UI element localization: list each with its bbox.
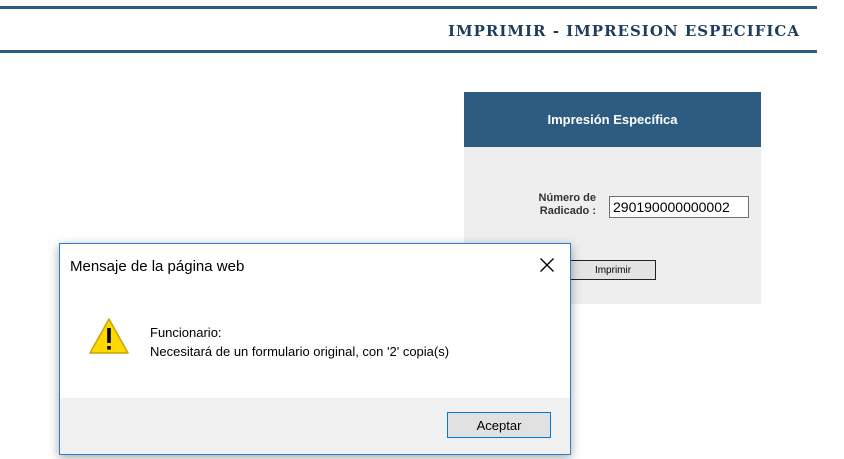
radicado-label: Número de Radicado :	[504, 192, 596, 218]
dialog-title: Mensaje de la página web	[70, 258, 245, 275]
message-line2: Necesitará de un formulario original, co…	[150, 344, 450, 359]
radicado-input[interactable]: 290190000000002	[609, 196, 749, 218]
radicado-label-line2: Radicado :	[539, 205, 596, 217]
dialog-body: Funcionario: Necesitará de un formulario…	[60, 289, 570, 399]
accept-button[interactable]: Aceptar	[447, 412, 551, 438]
close-icon	[540, 258, 554, 272]
dialog-titlebar: Mensaje de la página web	[60, 244, 570, 289]
panel-title: Impresión Específica	[464, 92, 761, 147]
message-line1: Funcionario:	[150, 325, 222, 340]
dialog-footer: Aceptar	[60, 398, 570, 454]
warning-icon	[89, 318, 129, 354]
page-title: IMPRIMIR - IMPRESION ESPECIFICA	[448, 22, 800, 40]
header-bottom-rule	[0, 50, 817, 53]
print-button[interactable]: Imprimir	[570, 260, 656, 280]
header-top-rule	[0, 6, 817, 9]
close-button[interactable]	[524, 244, 570, 286]
message-dialog: Mensaje de la página web Funcionario: Ne…	[59, 243, 571, 455]
radicado-label-line1: Número de	[538, 192, 596, 204]
